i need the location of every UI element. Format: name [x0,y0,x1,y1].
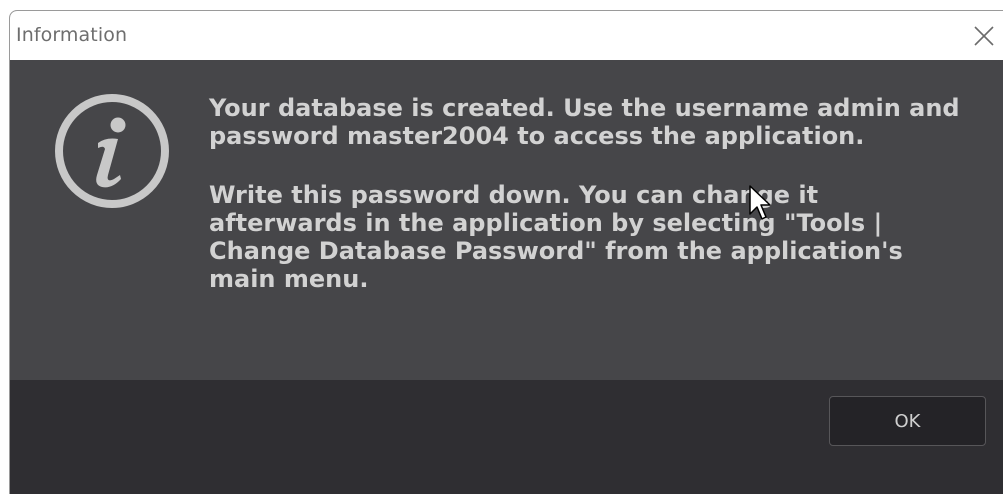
message-text: Your database is created. Use the userna… [209,94,969,324]
information-dialog: Information Your database is created. Us… [9,10,1003,494]
button-bar: OK [10,380,1003,494]
title-bar: Information [10,11,1003,60]
message-paragraph-1: Your database is created. Use the userna… [209,94,960,150]
close-icon [974,26,994,46]
close-button[interactable] [967,19,1001,53]
message-paragraph-2: Write this password down. You can change… [209,181,903,293]
ok-button[interactable]: OK [829,396,986,446]
message-area: Your database is created. Use the userna… [10,60,1003,380]
dialog-title: Information [16,24,128,46]
info-icon [55,94,169,208]
mouse-cursor-icon [749,185,771,220]
